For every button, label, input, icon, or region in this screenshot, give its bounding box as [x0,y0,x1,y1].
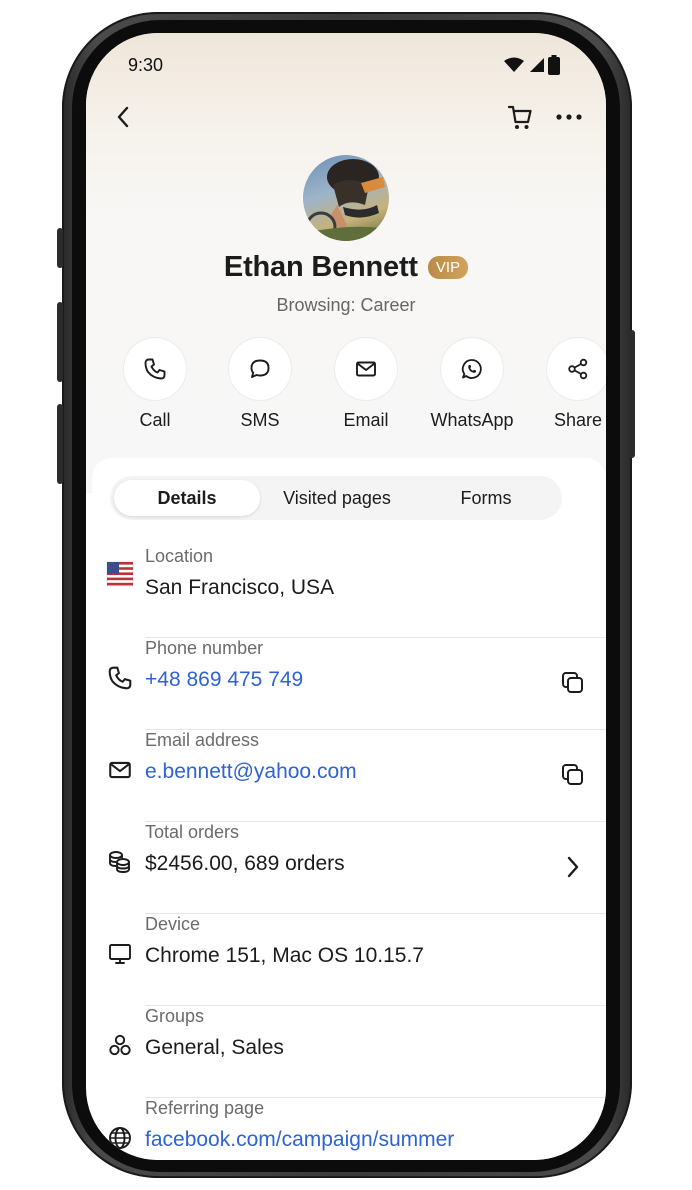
more-options-button[interactable] [551,99,587,135]
cyclist-photo [303,159,389,241]
tab-details[interactable]: Details [114,480,260,516]
copy-icon [562,672,583,693]
sms-action-button[interactable]: SMS [205,338,315,431]
status-icons [504,55,560,75]
groups-row: Groups General, Sales [92,1006,606,1098]
browsing-status: Browsing: Career [276,295,416,315]
location-label: Location [145,546,214,566]
share-action-button[interactable]: Share [523,338,606,431]
email-value[interactable]: e.bennett@yahoo.com [145,760,357,784]
orders-chevron-button[interactable] [558,852,588,882]
tab-visited-pages[interactable]: Visited pages [262,480,412,516]
device-value: Chrome 151, Mac OS 10.15.7 [145,944,424,967]
cellular-signal-icon [530,58,544,72]
total-orders-value: $2456.00, 689 orders [145,852,345,875]
action-button [57,228,63,268]
device-label: Device [145,914,201,934]
share-action-label: Share [553,410,603,430]
referring-page-value[interactable]: facebook.com/campaign/summer [145,1128,454,1152]
share-icon [568,358,588,380]
groups-icon [106,1032,134,1060]
email-action-label: Email [343,410,389,430]
name-row: Ethan Bennett VIP [86,251,606,284]
us-flag-icon [106,560,134,588]
screen: 9:30 Ethan Bennett VIP Browsing: Career [86,33,606,1160]
envelope-icon [356,361,376,377]
location-row: Location San Francisco, USA [92,546,606,638]
whatsapp-action-button[interactable]: WhatsApp [417,338,527,431]
phone-icon [106,664,134,692]
cart-icon [507,105,532,129]
tab-forms[interactable]: Forms [414,480,558,516]
cart-button[interactable] [502,99,538,135]
share-action-circle[interactable] [547,338,606,400]
copy-phone-button[interactable] [558,668,588,698]
chevron-left-icon [117,106,129,128]
chat-bubble-icon [250,359,270,378]
coins-icon [106,848,134,876]
contact-name: Ethan Bennett [223,251,418,283]
sms-action-circle[interactable] [229,338,291,400]
back-button[interactable] [105,99,141,135]
referring-page-label: Referring page [145,1098,265,1118]
total-orders-label: Total orders [145,822,240,842]
call-action-circle[interactable] [124,338,186,400]
call-action-button[interactable]: Call [100,338,210,431]
chevron-right-icon [567,856,579,878]
phone-label: Phone number [145,638,264,658]
ellipsis-icon [556,114,582,120]
email-action-button[interactable]: Email [311,338,421,431]
sms-action-label: SMS [240,410,280,430]
copy-icon [562,764,583,785]
whatsapp-action-circle[interactable] [441,338,503,400]
email-row: Email address e.bennett@yahoo.com [92,730,606,822]
phone-value[interactable]: +48 869 475 749 [145,668,303,692]
email-action-circle[interactable] [335,338,397,400]
battery-icon [548,55,560,75]
call-action-label: Call [139,410,171,430]
status-time: 9:30 [128,55,164,75]
details-sheet: Details Visited pages Forms Location San… [92,458,606,1160]
volume-up-button [57,302,63,382]
total-orders-row[interactable]: Total orders $2456.00, 689 orders [92,822,606,914]
phone-row: Phone number +48 869 475 749 [92,638,606,730]
tab-bar: Details Visited pages Forms [110,476,562,520]
email-label: Email address [145,730,260,750]
groups-value: General, Sales [145,1036,284,1059]
whatsapp-action-label: WhatsApp [430,410,514,430]
groups-label: Groups [145,1006,205,1026]
phone-icon [144,358,166,380]
device-row: Device Chrome 151, Mac OS 10.15.7 [92,914,606,1006]
avatar [303,155,389,241]
wifi-icon [504,57,524,72]
globe-icon [106,1124,134,1152]
envelope-icon [106,756,134,784]
copy-email-button[interactable] [558,760,588,790]
volume-down-button [57,404,63,484]
vip-badge: VIP [427,256,469,279]
location-value: San Francisco, USA [145,576,335,599]
monitor-icon [106,940,134,968]
referring-page-row: Referring page facebook.com/campaign/sum… [92,1098,606,1160]
whatsapp-icon [461,359,482,379]
power-button [629,330,635,458]
